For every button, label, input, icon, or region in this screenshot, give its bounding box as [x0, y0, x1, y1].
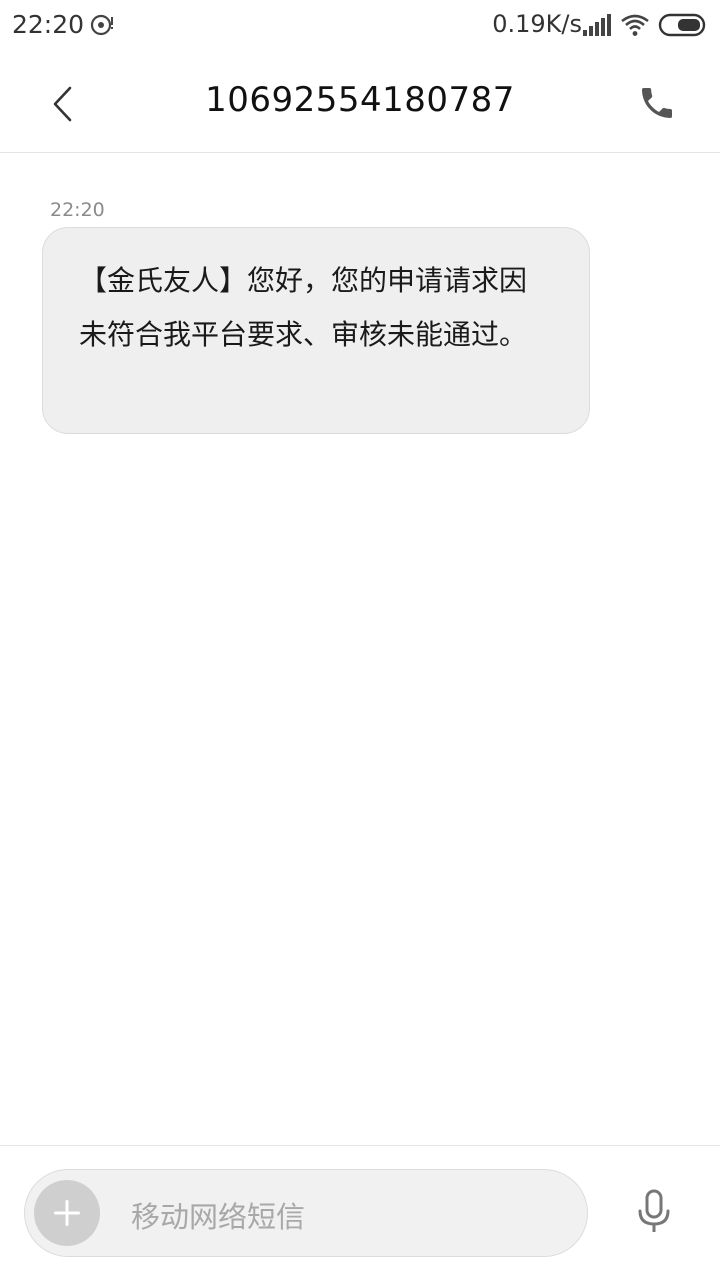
add-attachment-button[interactable] [34, 1180, 100, 1246]
contact-number: 10692554180787 [205, 80, 515, 120]
message-bubble[interactable]: 【金氏友人】您好，您的申请请求因未符合我平台要求、审核未能通过。 [42, 227, 590, 434]
signal-icon [583, 14, 611, 36]
message-text: 【金氏友人】您好，您的申请请求因未符合我平台要求、审核未能通过。 [79, 264, 528, 351]
call-button[interactable] [632, 78, 682, 128]
phone-icon [642, 88, 672, 118]
status-time: 22:20 [12, 10, 85, 39]
disc-icon [90, 14, 113, 36]
message-list: 22:20 【金氏友人】您好，您的申请请求因未符合我平台要求、审核未能通过。 [0, 153, 720, 1145]
network-speed: 0.19K/s [492, 10, 582, 38]
battery-icon [658, 13, 706, 37]
wifi-icon [621, 14, 649, 36]
message-input-placeholder: 移动网络短信 [131, 1200, 306, 1234]
message-input[interactable]: 移动网络短信 [24, 1169, 588, 1257]
microphone-icon [638, 1189, 670, 1232]
conversation-header: 10692554180787 [0, 52, 720, 153]
status-bar: 22:20 0.19K/s [0, 0, 720, 52]
plus-icon [54, 1200, 80, 1226]
voice-input-button[interactable] [632, 1184, 676, 1240]
sms-conversation-screen: 22:20 0.19K/s 10692554180787 22:20 【金氏友人… [0, 0, 720, 1280]
composer-bar: 移动网络短信 [0, 1145, 720, 1280]
message-timestamp: 22:20 [50, 199, 105, 221]
